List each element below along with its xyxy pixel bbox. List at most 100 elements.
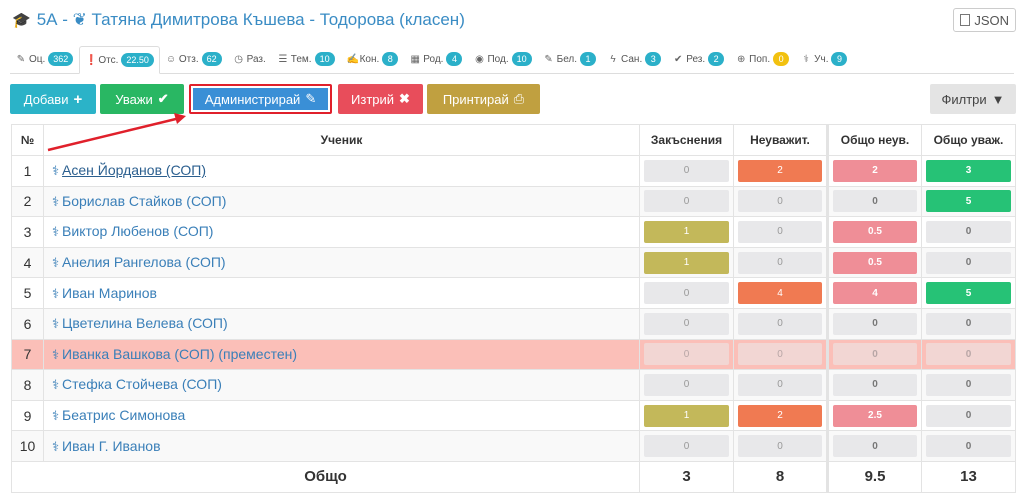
col-total-excused[interactable]: Общо уваж. bbox=[921, 124, 1016, 156]
tab-label: Уч. bbox=[814, 53, 829, 65]
late-value: 0 bbox=[644, 373, 729, 396]
tab-6[interactable]: ▦ Род. 4 bbox=[404, 45, 468, 73]
add-label: Добави bbox=[23, 91, 69, 107]
eye-icon: ◉ bbox=[475, 53, 484, 65]
total-unexcused-value-cell: 0 bbox=[826, 369, 922, 401]
delete-button[interactable]: Изтрий ✖ bbox=[338, 84, 423, 114]
tab-3[interactable]: ◷ Раз. bbox=[228, 45, 272, 73]
plus-icon: + bbox=[73, 90, 83, 108]
unexcused-value: 0 bbox=[738, 251, 822, 274]
tab-count-badge: 8 bbox=[382, 52, 399, 66]
tab-label: Отз. bbox=[178, 53, 199, 65]
unexcused-value: 0 bbox=[738, 435, 822, 458]
tab-11[interactable]: ⊕ Поп. 0 bbox=[730, 45, 795, 73]
tab-2[interactable]: ☺ Отз. 62 bbox=[160, 45, 228, 73]
student-cell[interactable]: ⚕ Борислав Стайков (СОП) bbox=[43, 185, 640, 218]
add-button[interactable]: Добави + bbox=[10, 84, 96, 114]
late-value-cell: 0 bbox=[639, 277, 734, 309]
file-code-icon bbox=[960, 14, 971, 26]
student-name[interactable]: Виктор Любенов (СОП) bbox=[62, 223, 213, 239]
tab-10[interactable]: ✔ Рез. 2 bbox=[667, 45, 730, 73]
calendar-icon: ▦ bbox=[410, 53, 420, 65]
tab-8[interactable]: ✎ Бел. 1 bbox=[538, 45, 602, 73]
student-cell[interactable]: ⚕ Цветелина Велева (СОП) bbox=[43, 307, 640, 340]
student-cell[interactable]: ⚕ Асен Йорданов (СОП) bbox=[43, 155, 640, 187]
tab-1[interactable]: ❗ Отс. 22.50 bbox=[79, 46, 160, 74]
page-title: 🎓 5А - ❦ Татяна Димитрова Къшева - Тодор… bbox=[12, 10, 465, 30]
total-unexcused-value: 0 bbox=[833, 190, 917, 213]
student-name[interactable]: Асен Йорданов (СОП) bbox=[62, 162, 206, 178]
feedback-icon: ☺ bbox=[165, 53, 177, 65]
late-value-cell: 1 bbox=[639, 216, 734, 248]
tab-count-badge: 9 bbox=[831, 52, 848, 66]
student-icon: ⚕ bbox=[52, 316, 60, 332]
table-row[interactable]: 6 ⚕ Цветелина Велева (СОП) 0 0 0 0 bbox=[11, 307, 1016, 340]
unexcused-value: 0 bbox=[738, 373, 822, 396]
student-icon: ⚕ bbox=[52, 255, 60, 271]
section-tabs: ✎ Оц. 362 ❗ Отс. 22.50 ☺ Отз. 62 ◷ Раз. ☰ Тем. 10 ✍ Кон… bbox=[10, 44, 1014, 74]
table-row[interactable]: 3 ⚕ Виктор Любенов (СОП) 1 0 0.5 0 bbox=[11, 216, 1016, 248]
total-excused-value: 0 bbox=[926, 404, 1011, 427]
col-total-unexcused[interactable]: Общо неув. bbox=[826, 124, 922, 156]
student-name[interactable]: Иван Маринов bbox=[62, 285, 157, 301]
student-cell[interactable]: ⚕ Стефка Стойчева (СОП) bbox=[43, 369, 640, 401]
tab-4[interactable]: ☰ Тем. 10 bbox=[272, 45, 341, 73]
tab-0[interactable]: ✎ Оц. 362 bbox=[10, 45, 79, 73]
tab-7[interactable]: ◉ Под. 10 bbox=[468, 45, 537, 73]
table-row[interactable]: 5 ⚕ Иван Маринов 0 4 4 5 bbox=[11, 277, 1016, 309]
table-row[interactable]: 8 ⚕ Стефка Стойчева (СОП) 0 0 0 0 bbox=[11, 369, 1016, 401]
total-unexcused-value: 4 bbox=[833, 282, 917, 305]
student-icon: ⚕ bbox=[52, 438, 60, 454]
printer-icon: ⎙ bbox=[513, 91, 525, 106]
table-row[interactable]: 7 ⚕ Иванка Вашкова (СОП) (преместен) 0 0 0 0 bbox=[11, 338, 1016, 371]
print-button[interactable]: Принтирай ⎙ bbox=[427, 84, 540, 114]
student-name[interactable]: Анелия Рангелова (СОП) bbox=[62, 254, 226, 270]
student-name[interactable]: Стефка Стойчева (СОП) bbox=[62, 376, 222, 392]
table-row[interactable]: 9 ⚕ Беатрис Симонова 1 2 2.5 0 bbox=[11, 399, 1016, 432]
student-cell[interactable]: ⚕ Виктор Любенов (СОП) bbox=[43, 216, 640, 248]
row-number: 10 bbox=[11, 430, 44, 462]
table-row[interactable]: 2 ⚕ Борислав Стайков (СОП) 0 0 0 5 bbox=[11, 185, 1016, 218]
excuse-button[interactable]: Уважи ✔ bbox=[100, 84, 184, 114]
student-cell[interactable]: ⚕ Беатрис Симонова bbox=[43, 399, 640, 432]
total-excused-value: 0 bbox=[926, 251, 1011, 274]
student-name[interactable]: Иван Г. Иванов bbox=[62, 438, 161, 454]
json-button[interactable]: JSON bbox=[953, 8, 1016, 32]
close-icon: ✖ bbox=[399, 91, 410, 106]
administer-button[interactable]: Администрирай ✎ bbox=[189, 84, 332, 114]
tab-label: Отс. bbox=[98, 54, 119, 66]
tab-5[interactable]: ✍ Кон. 8 bbox=[341, 45, 405, 73]
col-number[interactable]: № bbox=[11, 124, 44, 156]
unexcused-value-cell: 2 bbox=[733, 399, 828, 432]
tab-9[interactable]: ϟ Сан. 3 bbox=[602, 45, 667, 73]
late-value-cell: 0 bbox=[639, 155, 734, 187]
filter-button[interactable]: Филтри ▼ bbox=[930, 84, 1016, 114]
tab-12[interactable]: ⚕ Уч. 9 bbox=[795, 45, 853, 73]
student-cell[interactable]: ⚕ Иван Г. Иванов bbox=[43, 430, 640, 462]
col-student[interactable]: Ученик bbox=[43, 124, 640, 156]
tab-count-badge: 3 bbox=[645, 52, 662, 66]
col-late[interactable]: Закъснения bbox=[639, 124, 734, 156]
tab-count-badge: 4 bbox=[446, 52, 463, 66]
unexcused-value-cell: 0 bbox=[733, 246, 828, 279]
row-number: 5 bbox=[11, 277, 44, 309]
student-icon: ⚕ bbox=[52, 163, 60, 179]
student-name[interactable]: Иванка Вашкова (СОП) (преместен) bbox=[62, 346, 297, 362]
student-name[interactable]: Беатрис Симонова bbox=[62, 407, 185, 423]
absences-table: № Ученик Закъснения Неуважит. Общо неув.… bbox=[11, 124, 1016, 493]
table-row[interactable]: 4 ⚕ Анелия Рангелова (СОП) 1 0 0.5 0 bbox=[11, 246, 1016, 279]
table-row[interactable]: 10 ⚕ Иван Г. Иванов 0 0 0 0 bbox=[11, 430, 1016, 462]
student-cell[interactable]: ⚕ Иван Маринов bbox=[43, 277, 640, 309]
class-title: 5А - ❦ Татяна Димитрова Къшева - Тодоров… bbox=[36, 10, 465, 29]
student-name[interactable]: Борислав Стайков (СОП) bbox=[62, 193, 226, 209]
student-name[interactable]: Цветелина Велева (СОП) bbox=[62, 315, 228, 331]
student-cell[interactable]: ⚕ Анелия Рангелова (СОП) bbox=[43, 246, 640, 279]
exclamation-circle-icon: ❗ bbox=[85, 54, 98, 66]
row-number: 9 bbox=[11, 399, 44, 432]
person-icon: ⚕ bbox=[803, 53, 809, 65]
table-row[interactable]: 1 ⚕ Асен Йорданов (СОП) 0 2 2 3 bbox=[11, 155, 1016, 187]
student-cell[interactable]: ⚕ Иванка Вашкова (СОП) (преместен) bbox=[43, 338, 640, 371]
total-unexcused-value-cell: 0 bbox=[826, 185, 922, 218]
total-unexcused: 8 bbox=[733, 460, 828, 493]
col-unexcused[interactable]: Неуважит. bbox=[733, 124, 828, 156]
